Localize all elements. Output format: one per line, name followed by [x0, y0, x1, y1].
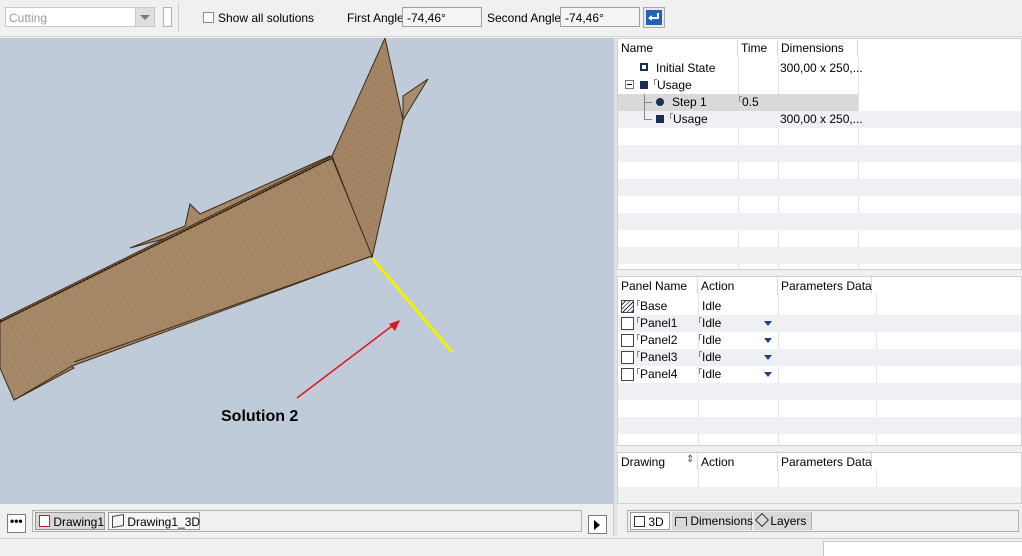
step-name: Usage	[657, 78, 692, 92]
panels-panel: Panel Name Action Parameters Data Base I…	[617, 276, 1022, 446]
red-arrow-head	[389, 320, 400, 331]
panel-name: Base	[640, 299, 668, 313]
panel-name: Panel2	[640, 333, 678, 347]
panel-action[interactable]: Idle	[700, 349, 723, 366]
col-action-header[interactable]: Action	[698, 277, 778, 294]
step-name: Initial State	[656, 61, 716, 75]
panel-name: Panel3	[640, 350, 678, 364]
red-arrow-line	[296, 325, 393, 399]
second-angle-field[interactable]: -74,46°	[560, 7, 640, 27]
document-tabs: Drawing1 Drawing1_3D	[32, 510, 582, 532]
step-name: Step 1	[672, 95, 707, 109]
panel-name: Panel1	[640, 316, 678, 330]
sort-icon[interactable]: ⇕	[686, 454, 694, 465]
tab-3d-label: 3D	[648, 515, 664, 529]
col-drawing-header[interactable]: Drawing ⇕	[618, 453, 698, 470]
col-time-header[interactable]: Time	[738, 39, 778, 56]
apply-angle-button[interactable]	[643, 7, 665, 28]
solution-annotation: Solution 2	[221, 408, 299, 425]
step-row-step1[interactable]: Step 1 0.5	[618, 94, 858, 111]
highlight-edge-line	[370, 257, 454, 353]
usage-icon	[640, 81, 648, 89]
panel-row-panel4[interactable]: Panel4 Idle	[618, 366, 1021, 383]
panel-action[interactable]: Idle	[700, 315, 723, 332]
state-icon	[640, 63, 648, 71]
3d-scene	[0, 38, 454, 401]
play-right-icon	[594, 520, 600, 530]
step-row-usage-2[interactable]: Usage 300,00 x 250,...	[618, 111, 1021, 128]
panel-row-panel1[interactable]: Panel1 Idle	[618, 315, 1021, 332]
col-parameters-header[interactable]: Parameters Data	[778, 453, 872, 470]
more-options-button[interactable]: •••	[7, 514, 26, 533]
toolbar: Cutting Show all solutions First Angle -…	[0, 0, 1022, 37]
right-small-flap	[402, 78, 429, 122]
panel-row-panel2[interactable]: Panel2 Idle	[618, 332, 1021, 349]
tab-drawing1[interactable]: Drawing1	[35, 512, 105, 530]
right-panel-tabs: 3D Dimensions Layers	[627, 510, 1019, 532]
tab-drawing1-label: Drawing1	[53, 515, 105, 529]
col-panel-name-header[interactable]: Panel Name	[618, 277, 698, 294]
base-hatch-icon	[621, 300, 634, 313]
tab-drawing1-3d[interactable]: Drawing1_3D	[108, 512, 200, 530]
panel-checkbox[interactable]	[621, 368, 634, 381]
col-parameters-header[interactable]: Parameters Data	[778, 277, 872, 294]
panel-checkbox[interactable]	[621, 334, 634, 347]
ellipsis-icon: •••	[10, 514, 23, 528]
tab-layers[interactable]: Layers	[754, 512, 812, 530]
step-time[interactable]: 0.5	[740, 94, 761, 111]
status-bar	[0, 538, 1022, 556]
drawing-header-label: Drawing	[621, 455, 666, 469]
steps-panel: Name Time Dimensions Initial State 300,0…	[617, 38, 1022, 270]
step-dimensions: 300,00 x 250,...	[780, 61, 863, 75]
second-angle-label: Second Angle	[487, 11, 562, 25]
action-dropdown-icon[interactable]	[764, 321, 772, 326]
collapse-icon[interactable]	[625, 80, 634, 89]
dimension-icon	[675, 517, 687, 526]
tab-dimensions[interactable]: Dimensions	[672, 512, 754, 530]
mode-value: Cutting	[9, 11, 48, 25]
col-name-header[interactable]: Name	[618, 39, 738, 56]
panel-name: Panel4	[640, 367, 678, 381]
mode-combobox[interactable]: Cutting	[5, 7, 155, 27]
tab-3d[interactable]: 3D	[630, 512, 670, 530]
panel-action: Idle	[702, 299, 722, 313]
first-angle-label: First Angle	[347, 11, 404, 25]
step-dimensions: 300,00 x 250,...	[780, 112, 863, 126]
step-name: Usage	[673, 112, 708, 126]
tab-layers-label: Layers	[770, 514, 807, 528]
panel-action[interactable]: Idle	[700, 332, 723, 349]
action-dropdown-icon[interactable]	[764, 372, 772, 377]
panel-action[interactable]: Idle	[700, 366, 723, 383]
show-all-solutions-checkbox[interactable]	[203, 12, 214, 23]
cube-icon	[634, 516, 645, 527]
3d-viewport[interactable]: Solution 2	[0, 38, 613, 504]
show-all-solutions-label: Show all solutions	[218, 11, 315, 25]
step-row-usage[interactable]: Usage	[618, 77, 1021, 94]
action-dropdown-icon[interactable]	[764, 355, 772, 360]
step-row-initial-state[interactable]: Initial State 300,00 x 250,...	[618, 60, 1021, 77]
panel-row-panel3[interactable]: Panel3 Idle	[618, 349, 1021, 366]
toolbar-divider	[178, 3, 179, 32]
first-angle-field[interactable]: -74,46°	[402, 7, 482, 27]
chevron-down-icon[interactable]	[135, 8, 154, 26]
panel-row-base[interactable]: Base Idle	[618, 298, 1021, 315]
action-dropdown-icon[interactable]	[764, 338, 772, 343]
toolbar-small-button[interactable]	[163, 7, 172, 27]
front-face	[0, 157, 373, 401]
panel-checkbox[interactable]	[621, 317, 634, 330]
drawing-panel: Drawing ⇕ Action Parameters Data	[617, 452, 1022, 504]
scroll-tabs-right-button[interactable]	[588, 515, 607, 534]
drawing-icon	[39, 515, 50, 527]
step-icon	[656, 98, 664, 106]
cube-icon	[112, 513, 124, 529]
panel-checkbox[interactable]	[621, 351, 634, 364]
tab-dimensions-label: Dimensions	[690, 514, 754, 528]
col-dimensions-header[interactable]: Dimensions	[778, 39, 858, 56]
usage-icon	[656, 115, 664, 123]
tab-drawing1-3d-label: Drawing1_3D	[127, 515, 201, 529]
layers-icon	[754, 512, 770, 528]
enter-arrow-icon	[646, 10, 662, 25]
col-action-header[interactable]: Action	[698, 453, 778, 470]
